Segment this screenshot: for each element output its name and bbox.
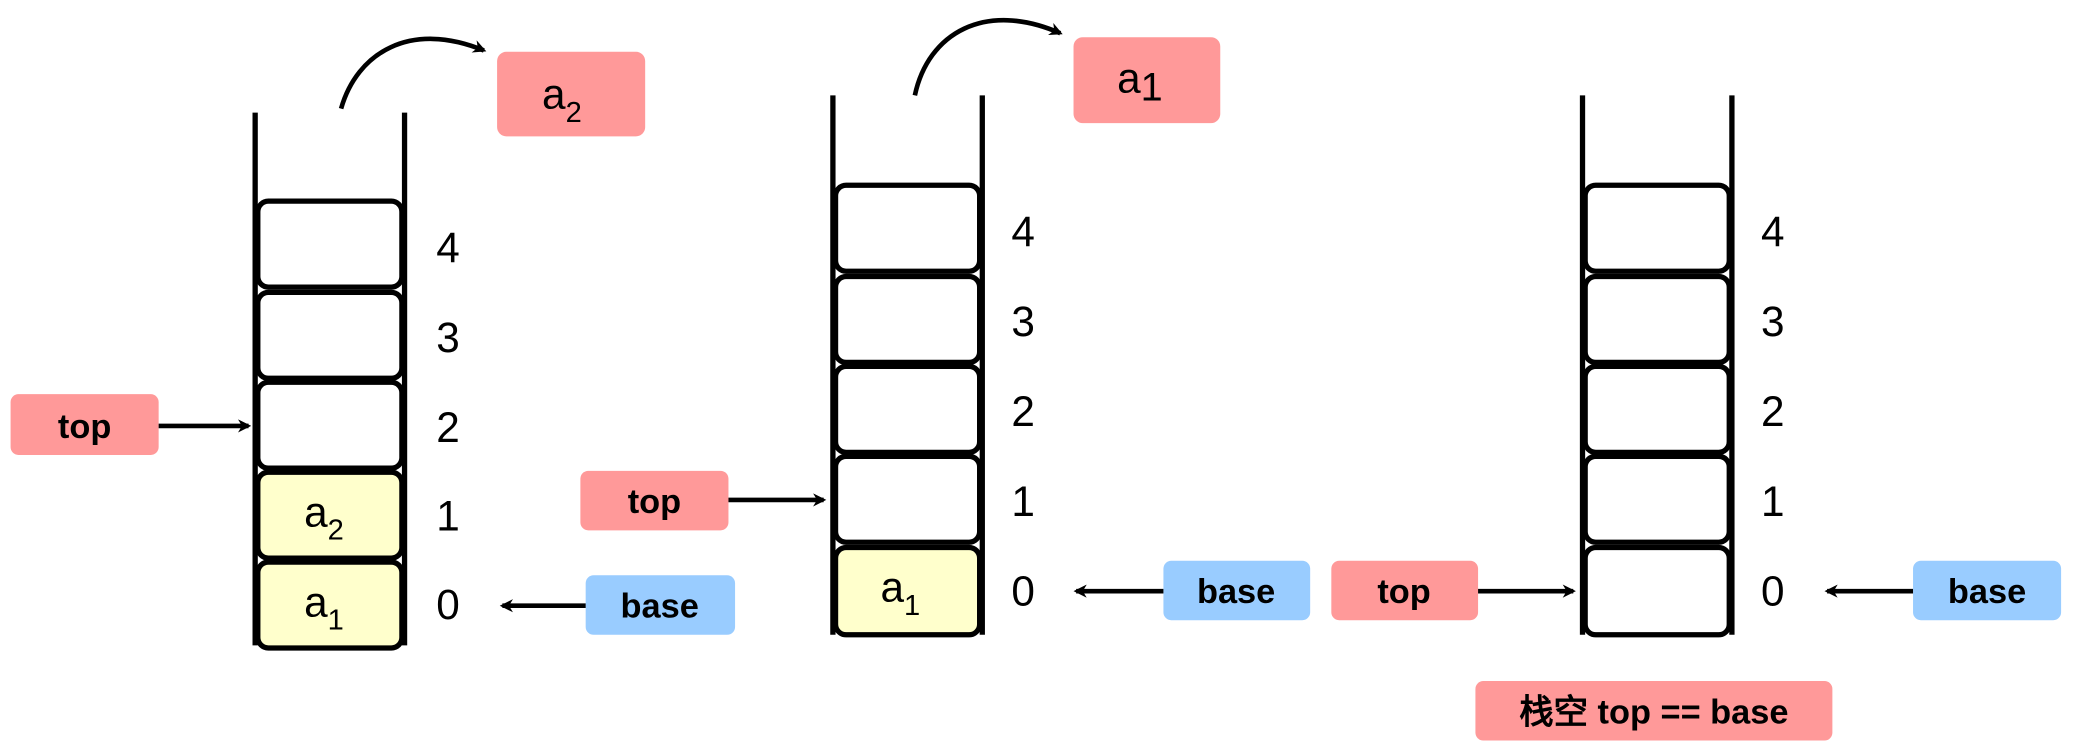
base-pointer-label: base bbox=[1948, 573, 2026, 611]
index-0: 0 bbox=[436, 581, 460, 628]
stack-2-cell-4 bbox=[832, 182, 983, 274]
stack-1-cell-2 bbox=[255, 379, 405, 471]
stack-1-cell-3 bbox=[255, 289, 405, 381]
index-0: 0 bbox=[1011, 568, 1035, 615]
stack-1: a2 a1 4 3 2 1 0 a2 top base bbox=[10, 36, 736, 651]
index-3: 3 bbox=[1011, 298, 1035, 345]
index-1: 1 bbox=[436, 492, 460, 539]
index-2: 2 bbox=[1761, 388, 1785, 435]
stack-3-cell-0 bbox=[1582, 544, 1732, 638]
stack-1-cell-4 bbox=[255, 198, 405, 290]
pop-arrow bbox=[338, 36, 487, 110]
empty-stack-caption: 栈空 top == base bbox=[1519, 693, 1788, 731]
stack-3-cell-1 bbox=[1582, 453, 1732, 545]
top-pointer-label: top bbox=[628, 483, 681, 521]
stack-3-cell-2 bbox=[1582, 363, 1732, 455]
index-1: 1 bbox=[1761, 478, 1785, 525]
index-1: 1 bbox=[1011, 478, 1035, 525]
top-pointer-label: top bbox=[1377, 573, 1430, 611]
stack-3: 4 3 2 1 0 top base 栈空 top == base bbox=[1331, 95, 2062, 741]
stack-2-cell-2 bbox=[832, 363, 983, 455]
index-4: 4 bbox=[436, 224, 460, 271]
index-2: 2 bbox=[1011, 388, 1035, 435]
pop-arrow bbox=[912, 17, 1063, 96]
stack-3-cell-4 bbox=[1582, 182, 1732, 274]
base-pointer-label: base bbox=[621, 588, 699, 626]
stack-2-cell-1 bbox=[832, 453, 983, 545]
index-4: 4 bbox=[1011, 208, 1035, 255]
index-4: 4 bbox=[1761, 208, 1785, 255]
index-3: 3 bbox=[1761, 298, 1785, 345]
top-pointer-label: top bbox=[58, 408, 111, 446]
index-2: 2 bbox=[436, 404, 460, 451]
stack-3-cell-3 bbox=[1582, 273, 1732, 366]
stack-2: a1 4 3 2 1 0 a1 top base bbox=[580, 17, 1311, 638]
index-0: 0 bbox=[1761, 568, 1785, 615]
index-3: 3 bbox=[436, 314, 460, 361]
stack-pop-diagram: a2 a1 4 3 2 1 0 a2 top base a1 4 3 2 1 0… bbox=[10, 17, 2062, 741]
stack-2-cell-3 bbox=[832, 273, 983, 366]
base-pointer-label: base bbox=[1197, 573, 1275, 611]
